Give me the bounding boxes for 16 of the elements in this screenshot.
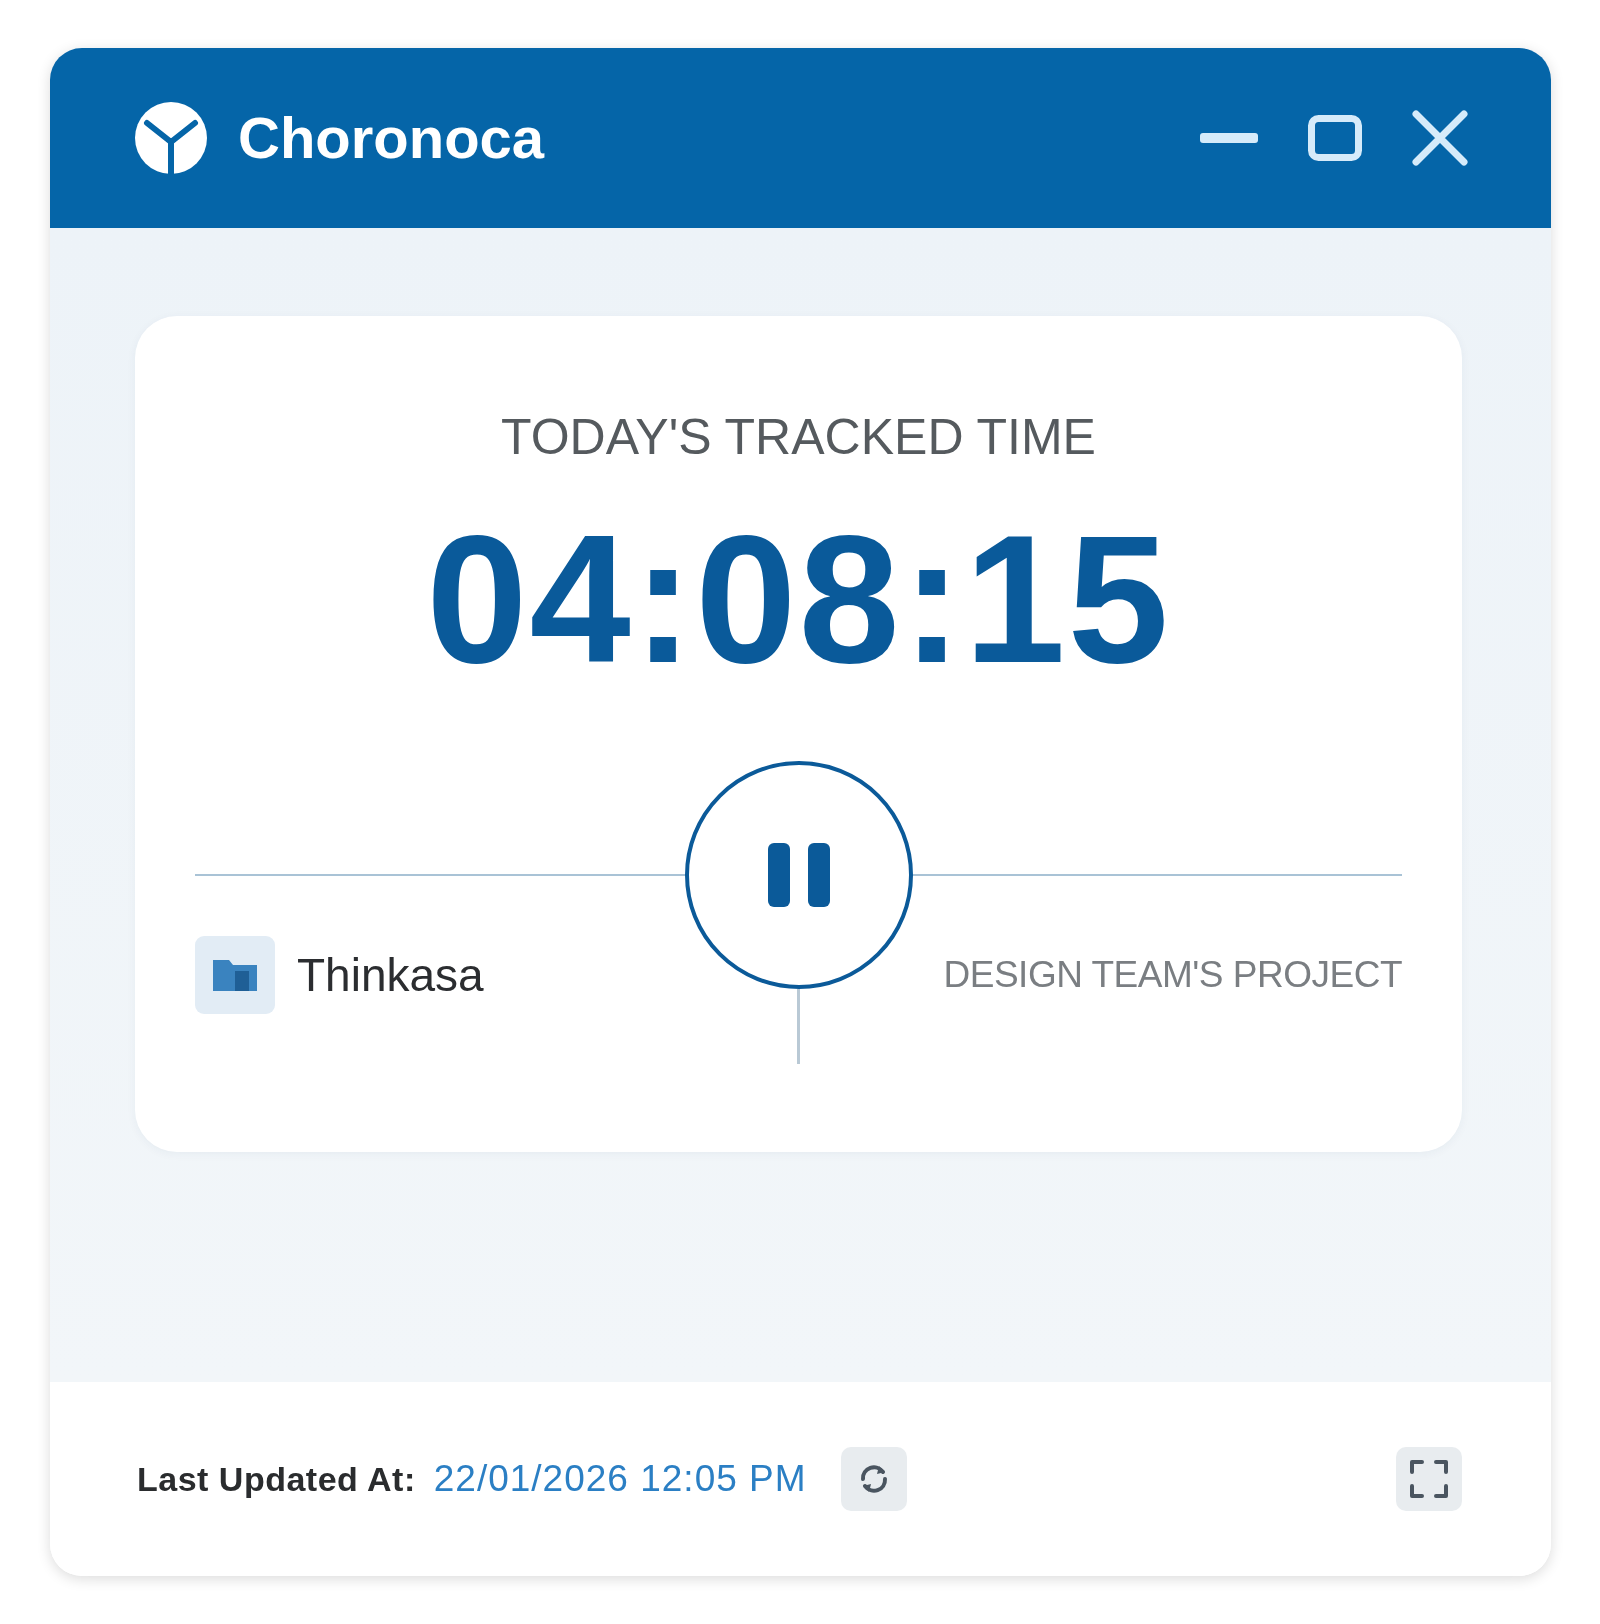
fullscreen-icon <box>1410 1460 1448 1498</box>
timer-heading: TODAY'S TRACKED TIME <box>501 412 1096 462</box>
close-icon <box>1412 110 1468 166</box>
minimize-icon <box>1200 133 1258 143</box>
tracked-time: 04:08:15 <box>426 508 1171 690</box>
maximize-icon <box>1308 115 1362 161</box>
fullscreen-button[interactable] <box>1396 1447 1462 1511</box>
last-updated-timestamp: 22/01/2026 12:05 PM <box>433 1458 807 1500</box>
last-updated-label: Last Updated At: <box>137 1459 416 1499</box>
workspace-name: Thinkasa <box>297 948 484 1002</box>
window-title: Choronoca <box>238 106 545 170</box>
refresh-button[interactable] <box>840 1447 907 1511</box>
project-name: DESIGN TEAM'S PROJECT <box>943 954 1402 996</box>
pause-icon <box>767 843 830 907</box>
logo-icon <box>135 102 207 174</box>
folder-icon <box>195 936 275 1014</box>
